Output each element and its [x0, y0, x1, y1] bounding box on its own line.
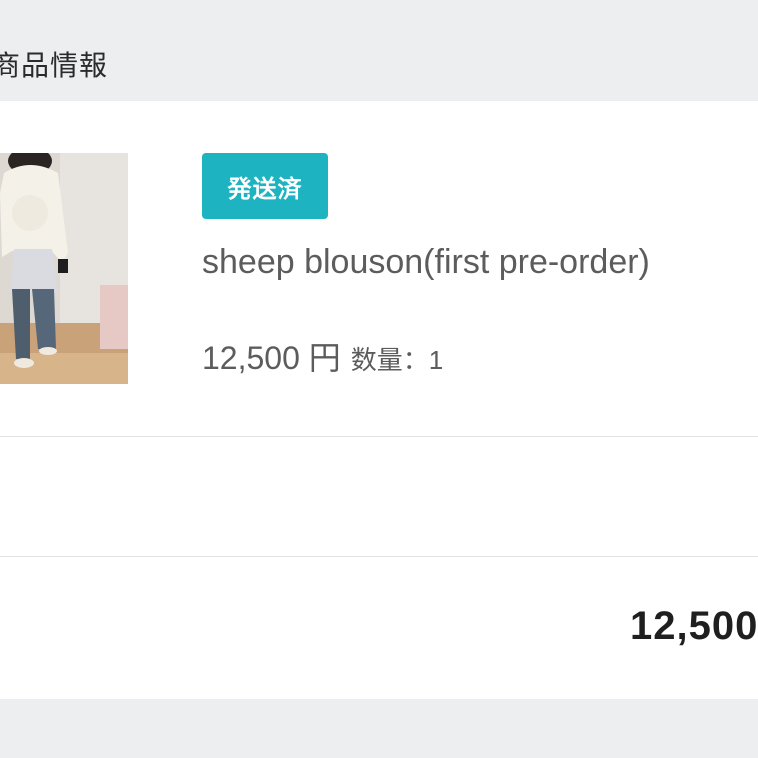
status-badge: 発送済 — [202, 153, 328, 219]
order-total: 12,500 — [630, 604, 758, 648]
product-price: 12,500 円 — [202, 340, 341, 376]
price-line: 12,500 円数量：1 — [202, 333, 443, 379]
product-thumbnail[interactable] — [0, 153, 128, 384]
section-header: 商品情報 — [0, 0, 758, 101]
product-photo-icon — [0, 153, 128, 384]
divider — [0, 436, 758, 437]
product-name[interactable]: sheep blouson(first pre-order) — [202, 243, 650, 282]
divider — [0, 556, 758, 557]
product-quantity: 数量：1 — [350, 345, 444, 375]
section-title: 商品情報 — [0, 49, 109, 82]
order-detail-page: 商品情報 発送済 sheep blouson(first pre-order) … — [0, 0, 758, 758]
order-item-card: 発送済 sheep blouson(first pre-order) 12,50… — [0, 101, 758, 699]
